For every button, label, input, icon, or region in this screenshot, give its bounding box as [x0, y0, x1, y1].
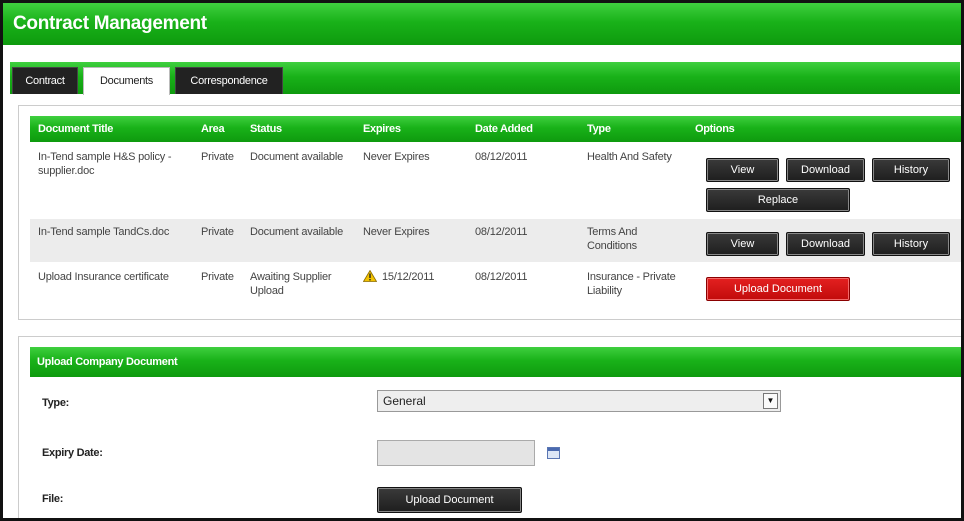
- tab-documents[interactable]: Documents: [83, 67, 170, 95]
- column-header-status: Status: [250, 123, 282, 135]
- page-title: Contract Management: [3, 3, 961, 45]
- column-header-area: Area: [201, 123, 225, 135]
- table-row: In-Tend sample H&S policy - supplier.doc…: [30, 144, 961, 218]
- column-header-options: Options: [695, 123, 735, 135]
- tab-contract[interactable]: Contract: [12, 67, 78, 94]
- document-area: Private: [201, 151, 234, 163]
- type-label: Type:: [42, 397, 70, 409]
- documents-table-header: Document Title Area Status Expires Date …: [30, 116, 961, 142]
- table-row: Upload Insurance certificate Private Awa…: [30, 264, 961, 308]
- type-select[interactable]: General ▼: [377, 390, 781, 412]
- upload-document-row-button[interactable]: Upload Document: [706, 277, 850, 301]
- file-label: File:: [42, 493, 64, 505]
- document-title: In-Tend sample TandCs.doc: [38, 226, 170, 238]
- document-type: Health And Safety: [587, 151, 672, 163]
- tab-correspondence[interactable]: Correspondence: [175, 67, 283, 94]
- column-header-expires: Expires: [363, 123, 401, 135]
- document-date-added: 08/12/2011: [475, 226, 528, 238]
- column-header-type: Type: [587, 123, 611, 135]
- document-expires: Never Expires: [363, 151, 430, 163]
- chevron-down-icon[interactable]: ▼: [763, 393, 778, 409]
- history-button[interactable]: History: [872, 158, 950, 182]
- document-type: Terms And Conditions: [587, 226, 638, 252]
- document-area: Private: [201, 226, 234, 238]
- upload-document-button[interactable]: Upload Document: [377, 487, 522, 513]
- warning-icon: [363, 270, 377, 282]
- column-header-date-added: Date Added: [475, 123, 533, 135]
- document-date-added: 08/12/2011: [475, 151, 528, 163]
- download-button[interactable]: Download: [786, 158, 865, 182]
- type-select-value: General: [383, 394, 426, 408]
- history-button[interactable]: History: [872, 232, 950, 256]
- view-button[interactable]: View: [706, 158, 779, 182]
- download-button[interactable]: Download: [786, 232, 865, 256]
- document-status: Awaiting Supplier Upload: [250, 271, 332, 297]
- tab-strip: Contract Documents Correspondence: [10, 62, 960, 95]
- document-status: Document available: [250, 226, 344, 238]
- replace-button[interactable]: Replace: [706, 188, 850, 212]
- document-title: In-Tend sample H&S policy - supplier.doc: [38, 151, 172, 177]
- column-header-title: Document Title: [38, 123, 114, 135]
- document-area: Private: [201, 271, 234, 283]
- table-row: In-Tend sample TandCs.doc Private Docume…: [30, 219, 961, 262]
- upload-company-document-panel: Upload Company Document Type: General ▼ …: [18, 336, 961, 518]
- document-expires: 15/12/2011: [382, 271, 435, 283]
- document-date-added: 08/12/2011: [475, 271, 528, 283]
- upload-section-header: Upload Company Document: [30, 347, 961, 377]
- contract-management-window: Contract Management Contract Documents C…: [0, 0, 964, 521]
- document-status: Document available: [250, 151, 344, 163]
- document-type: Insurance - Private Liability: [587, 271, 676, 297]
- expiry-date-field[interactable]: [377, 440, 535, 466]
- document-expires: Never Expires: [363, 226, 430, 238]
- expiry-date-label: Expiry Date:: [42, 447, 103, 459]
- view-button[interactable]: View: [706, 232, 779, 256]
- calendar-icon[interactable]: [547, 447, 560, 459]
- document-title: Upload Insurance certificate: [38, 271, 169, 283]
- documents-panel: Document Title Area Status Expires Date …: [18, 105, 961, 320]
